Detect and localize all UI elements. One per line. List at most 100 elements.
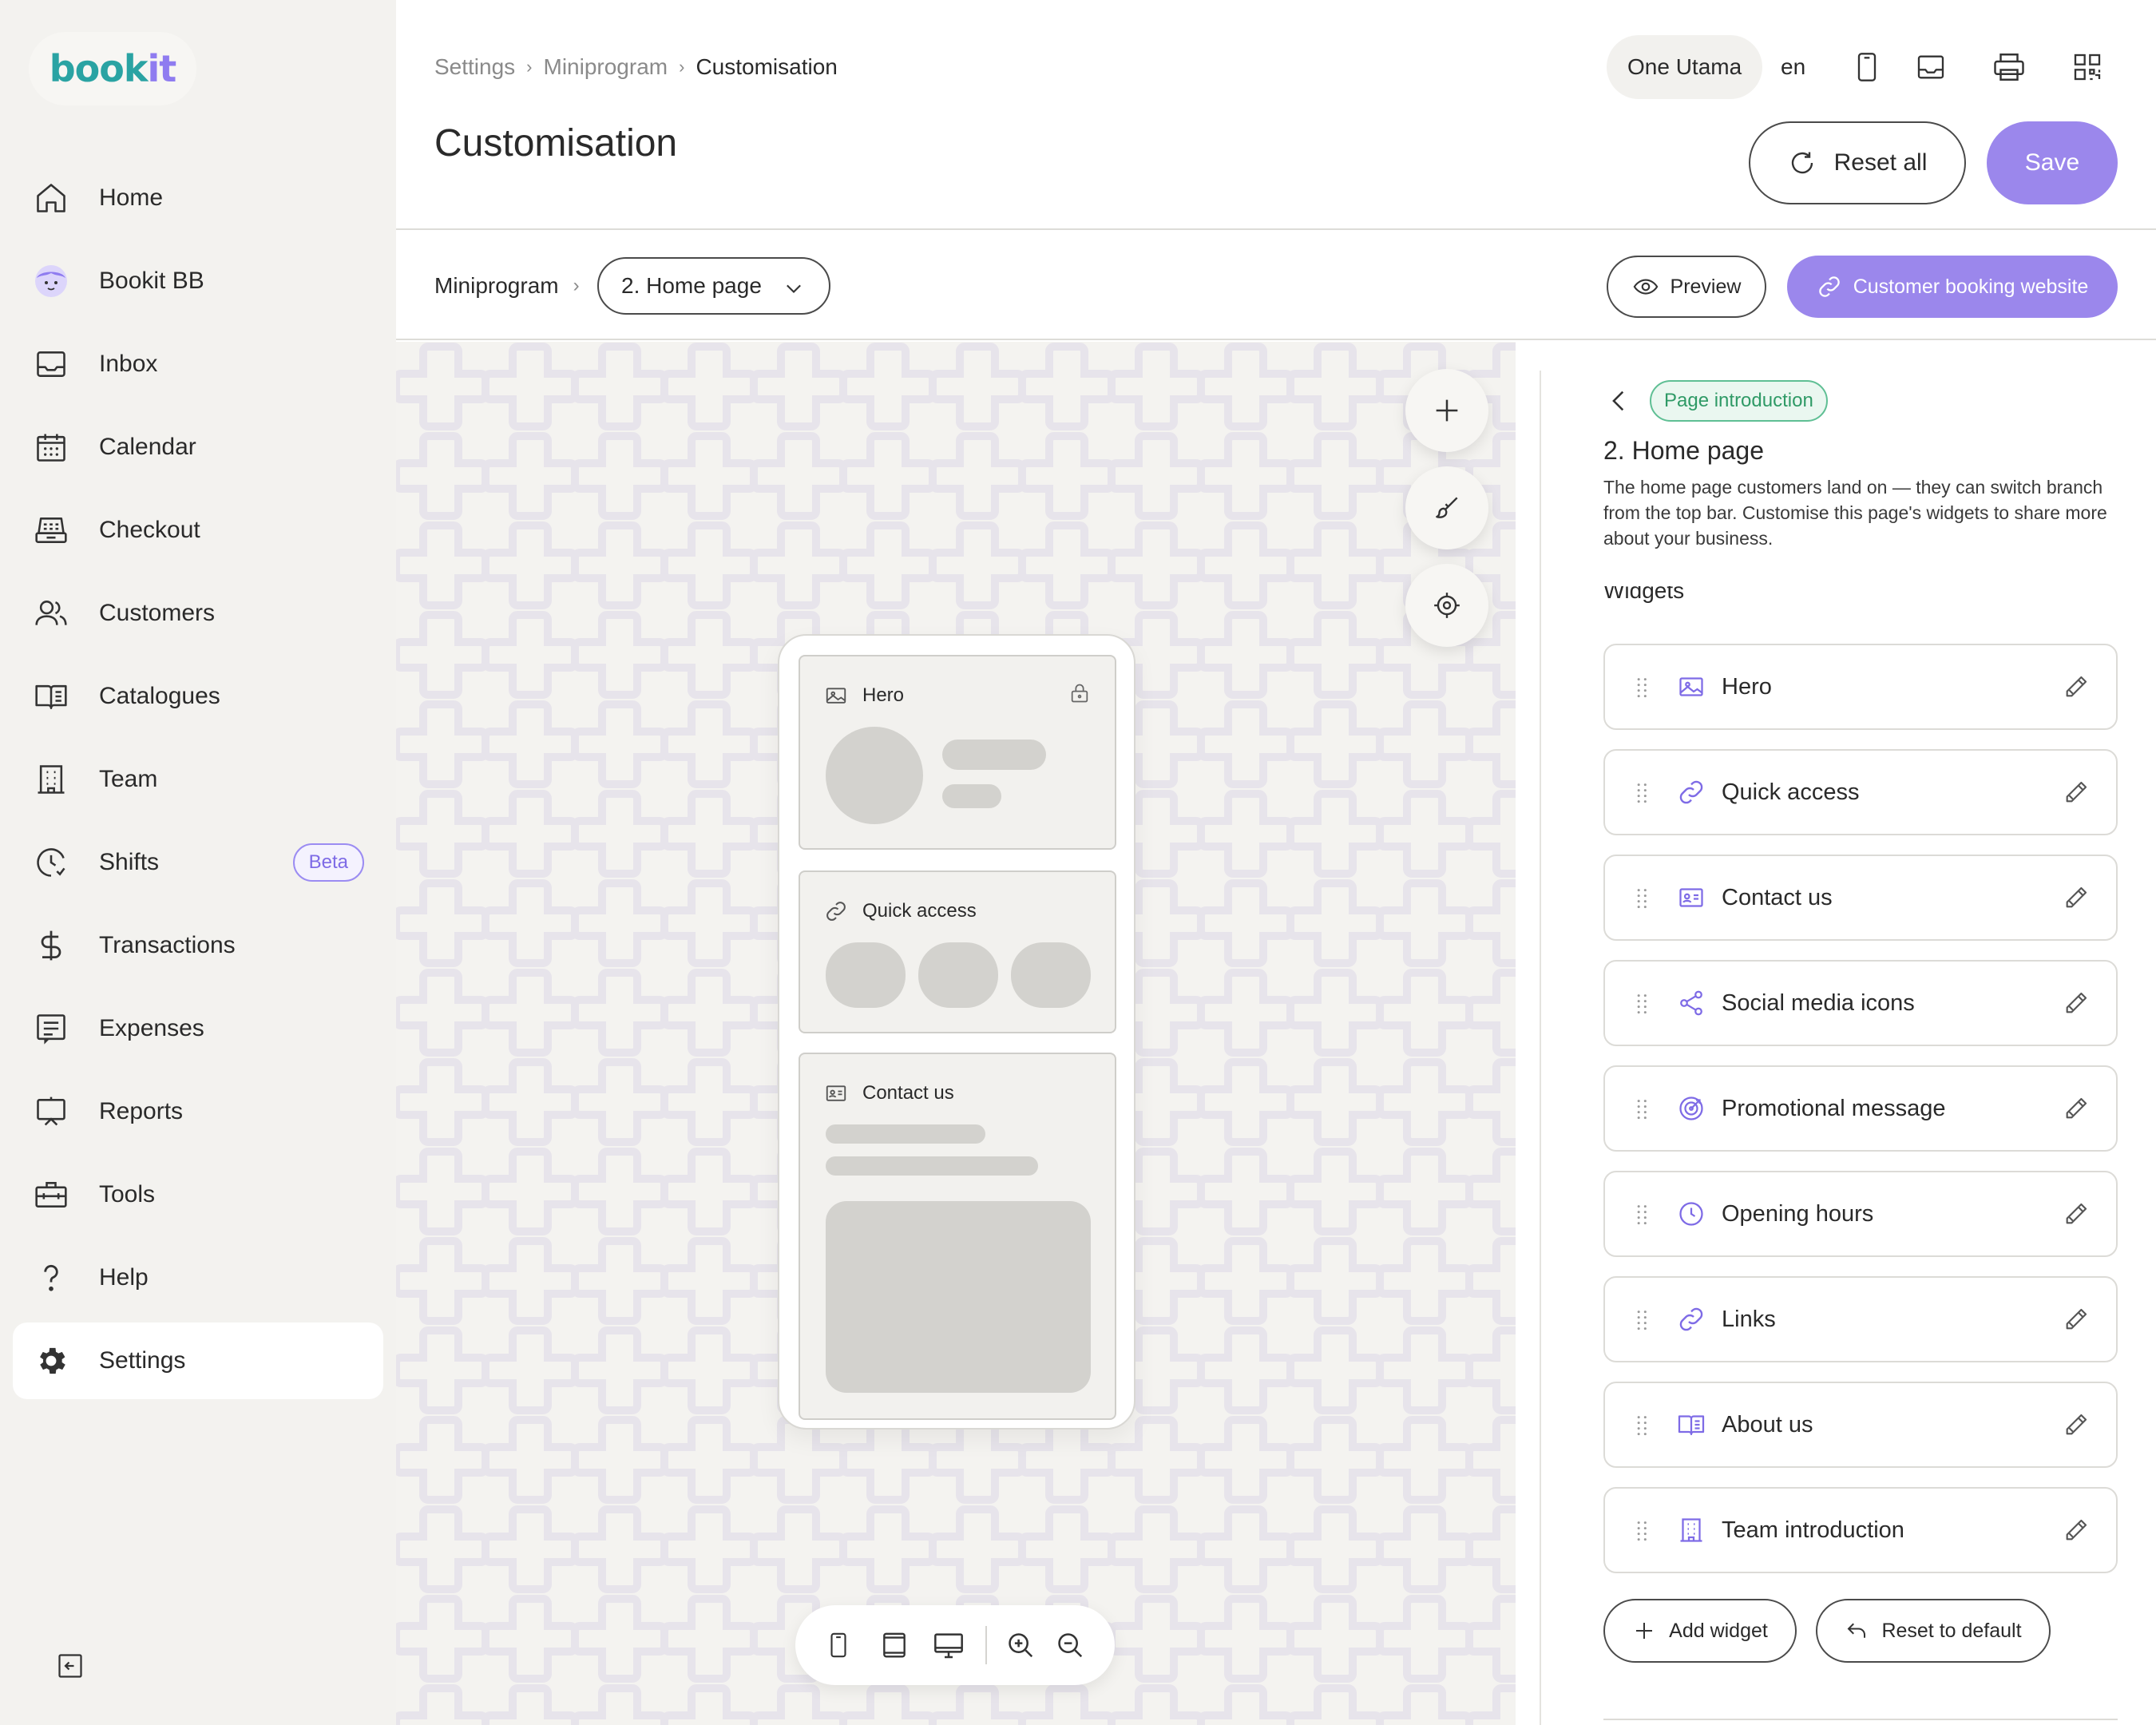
widget-row-links[interactable]: Links <box>1603 1276 2118 1362</box>
sidebar-item-bookit-bb[interactable]: Bookit BB <box>13 243 383 319</box>
collapse-sidebar-button[interactable] <box>42 1637 99 1695</box>
zoom-in-button[interactable] <box>1001 1626 1040 1664</box>
widget-row-promotional-message[interactable]: Promotional message <box>1603 1065 2118 1152</box>
sidebar-item-reports[interactable]: Reports <box>13 1073 383 1150</box>
widget-label: Quick access <box>1722 779 1860 805</box>
pencil-icon[interactable] <box>2060 882 2092 914</box>
customer-booking-website-button[interactable]: Customer booking website <box>1787 256 2118 318</box>
save-button[interactable]: Save <box>1987 121 2118 204</box>
placeholder-line <box>826 1156 1038 1176</box>
printer-icon[interactable] <box>1990 48 2028 86</box>
page-select-dropdown[interactable]: 2. Home page <box>597 257 830 315</box>
qr-code-icon[interactable] <box>2068 48 2106 86</box>
reset-all-button[interactable]: Reset all <box>1749 121 1966 204</box>
breadcrumb-miniprogram[interactable]: Miniprogram <box>544 54 668 80</box>
reset-to-default-button[interactable]: Reset to default <box>1816 1599 2051 1663</box>
sidebar-item-customers[interactable]: Customers <box>13 575 383 652</box>
mobile-view-button[interactable] <box>819 1626 858 1664</box>
theme-brush-fab[interactable] <box>1405 466 1488 549</box>
preview-contact-us-card[interactable]: Contact us <box>799 1053 1116 1420</box>
pencil-icon[interactable] <box>2060 776 2092 808</box>
add-widget-fab[interactable] <box>1405 369 1488 452</box>
page-title: Customisation <box>434 122 678 165</box>
link-icon <box>1675 776 1707 808</box>
widget-row-contact-us[interactable]: Contact us <box>1603 855 2118 941</box>
sidebar-item-label: Tools <box>99 1181 156 1208</box>
drag-handle-icon[interactable] <box>1632 781 1655 803</box>
preview-quick-access-card[interactable]: Quick access <box>799 870 1116 1033</box>
sidebar-item-expenses[interactable]: Expenses <box>13 990 383 1067</box>
home-icon <box>32 179 70 217</box>
pencil-icon[interactable] <box>2060 1092 2092 1124</box>
sidebar-item-label: Settings <box>99 1347 186 1374</box>
widget-row-social-media-icons[interactable]: Social media icons <box>1603 960 2118 1046</box>
sidebar-item-tools[interactable]: Tools <box>13 1156 383 1233</box>
sidebar-item-help[interactable]: Help <box>13 1239 383 1316</box>
sidebar-item-settings[interactable]: Settings <box>13 1322 383 1399</box>
sidebar-item-team[interactable]: Team <box>13 741 383 818</box>
pencil-icon[interactable] <box>2060 671 2092 703</box>
undo-icon <box>1845 1619 1881 1643</box>
branch-selector[interactable]: One Utama <box>1607 35 1763 99</box>
sidebar-item-home[interactable]: Home <box>13 160 383 236</box>
language-selector[interactable]: en <box>1781 54 1805 80</box>
pencil-icon[interactable] <box>2060 1514 2092 1546</box>
drag-handle-icon[interactable] <box>1632 1414 1655 1436</box>
link-icon <box>1817 274 1853 299</box>
phone-preview: Hero Quick access Contact us <box>778 634 1135 1430</box>
breadcrumb: Settings › Miniprogram › Customisation <box>434 54 838 80</box>
collapse-icon <box>56 1652 85 1680</box>
back-button[interactable] <box>1602 383 1637 418</box>
building-icon <box>32 760 70 799</box>
widget-row-hero[interactable]: Hero <box>1603 644 2118 730</box>
contact-card-icon <box>1675 882 1707 914</box>
sidebar-item-transactions[interactable]: Transactions <box>13 907 383 984</box>
add-widget-button[interactable]: Add widget <box>1603 1599 1797 1663</box>
widget-label: About us <box>1722 1411 1813 1438</box>
chevron-right-icon: › <box>679 57 685 77</box>
toolbox-icon <box>32 1176 70 1214</box>
drag-handle-icon[interactable] <box>1632 1097 1655 1120</box>
widget-row-about-us[interactable]: About us <box>1603 1382 2118 1468</box>
widget-row-team-introduction[interactable]: Team introduction <box>1603 1487 2118 1573</box>
desktop-view-button[interactable] <box>929 1626 968 1664</box>
bookit-logo[interactable]: book it <box>29 32 196 105</box>
mobile-icon[interactable] <box>1848 48 1886 86</box>
sidebar-item-shifts[interactable]: Shifts Beta <box>13 824 383 901</box>
preview-canvas[interactable]: Hero Quick access Contact us <box>396 342 1516 1725</box>
sidebar-item-calendar[interactable]: Calendar <box>13 409 383 486</box>
sidebar-item-label: Team <box>99 766 158 792</box>
preview-button[interactable]: Preview <box>1607 256 1766 318</box>
pencil-icon[interactable] <box>2060 1303 2092 1335</box>
mobile-icon <box>825 1630 852 1660</box>
miniprogram-link[interactable]: Miniprogram <box>434 273 559 299</box>
inbox-icon[interactable] <box>1912 48 1950 86</box>
sidebar-item-label: Expenses <box>99 1015 204 1041</box>
drag-handle-icon[interactable] <box>1632 1519 1655 1541</box>
tablet-view-button[interactable] <box>875 1626 914 1664</box>
sidebar-item-inbox[interactable]: Inbox <box>13 326 383 402</box>
drag-handle-icon[interactable] <box>1632 676 1655 698</box>
pencil-icon[interactable] <box>2060 1198 2092 1230</box>
viewport-zoom-toolbar <box>795 1605 1115 1685</box>
sidebar-item-checkout[interactable]: Checkout <box>13 492 383 569</box>
zoom-out-button[interactable] <box>1051 1626 1089 1664</box>
sidebar-item-catalogues[interactable]: Catalogues <box>13 658 383 735</box>
placeholder-map <box>826 1201 1091 1393</box>
preview-card-label: Quick access <box>862 900 977 922</box>
breadcrumb-settings[interactable]: Settings <box>434 54 515 80</box>
image-icon <box>824 684 862 708</box>
preview-card-label: Hero <box>862 684 905 706</box>
link-icon <box>1675 1303 1707 1335</box>
pencil-icon[interactable] <box>2060 1409 2092 1441</box>
drag-handle-icon[interactable] <box>1632 886 1655 909</box>
widget-row-quick-access[interactable]: Quick access <box>1603 749 2118 835</box>
drag-handle-icon[interactable] <box>1632 1308 1655 1330</box>
drag-handle-icon[interactable] <box>1632 992 1655 1014</box>
pencil-icon[interactable] <box>2060 987 2092 1019</box>
widget-row-opening-hours[interactable]: Opening hours <box>1603 1171 2118 1257</box>
recenter-fab[interactable] <box>1405 564 1488 647</box>
toolbar-divider <box>985 1626 987 1664</box>
drag-handle-icon[interactable] <box>1632 1203 1655 1225</box>
preview-hero-card[interactable]: Hero <box>799 655 1116 850</box>
